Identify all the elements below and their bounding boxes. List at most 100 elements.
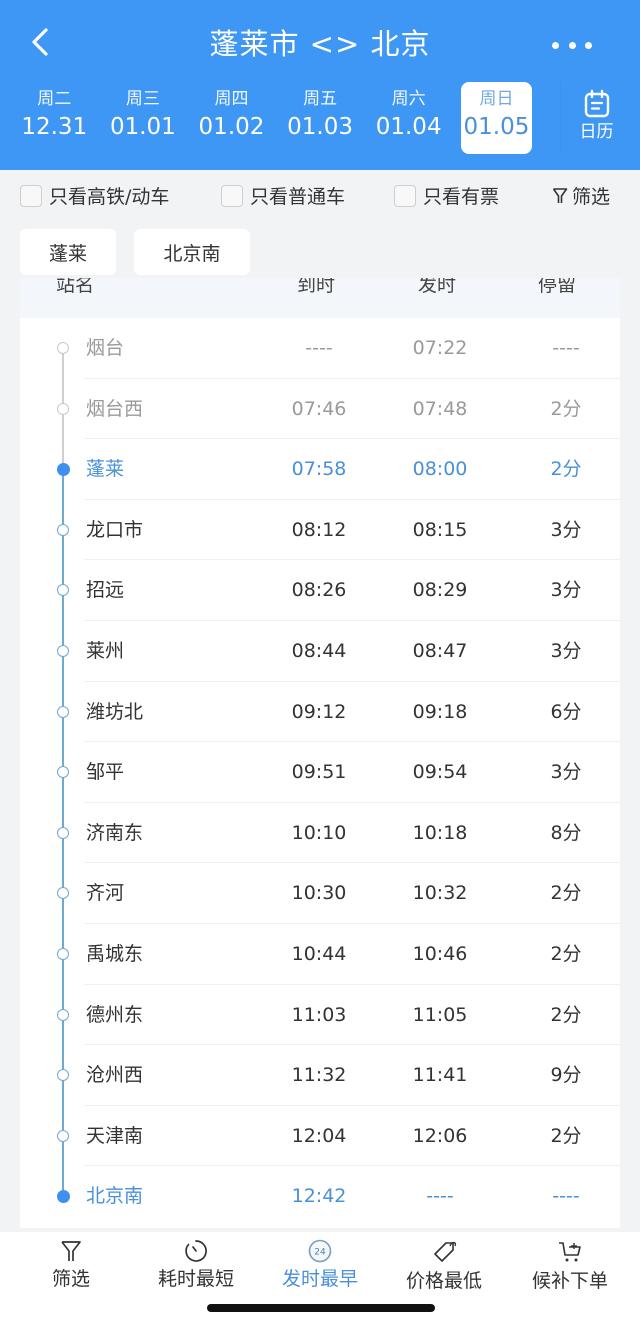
departure-time: 10:32 <box>412 882 468 905</box>
high-speed-only-checkbox[interactable]: 只看高铁/动车 <box>20 182 169 209</box>
tab-waitlist-order[interactable]: 候补下单 <box>522 1238 618 1294</box>
available-only-checkbox[interactable]: 只看有票 <box>394 182 499 209</box>
station-dot-icon <box>57 705 69 718</box>
date-label: 01.04 <box>375 114 442 140</box>
more-dot <box>568 41 576 49</box>
station-row[interactable]: 邹平 09:51 09:54 3分 <box>20 742 620 803</box>
departure-time: 08:47 <box>412 639 468 662</box>
station-row[interactable]: 烟台西 07:46 07:48 2分 <box>20 379 620 440</box>
more-button[interactable] <box>552 30 592 60</box>
stop-duration: 3分 <box>550 761 582 784</box>
tab-shortest-duration[interactable]: 耗时最短 <box>148 1238 244 1292</box>
weekday-label: 周三 <box>125 89 160 109</box>
station-row[interactable]: 蓬莱 07:58 08:00 2分 <box>20 439 620 500</box>
from-station-chip[interactable]: 蓬莱 <box>20 229 116 275</box>
departure-time: 07:22 <box>412 337 468 359</box>
date-tab-5[interactable]: 周六 01.04 <box>364 82 453 154</box>
date-label: 01.05 <box>463 114 530 140</box>
station-name: 龙口市 <box>86 518 144 541</box>
departure-time: 09:18 <box>412 700 468 723</box>
stop-duration: ---- <box>552 337 580 359</box>
station-dot-icon <box>57 826 69 839</box>
checkbox-box <box>394 184 416 207</box>
clock-24-icon: 24 <box>308 1239 332 1263</box>
station-name: 沧州西 <box>86 1064 144 1087</box>
calendar-button[interactable]: 日历 <box>560 82 632 154</box>
station-dot-icon <box>57 947 69 960</box>
station-dot-icon <box>57 644 69 657</box>
arrival-time: 08:12 <box>291 518 347 541</box>
tab-lowest-price[interactable]: 价格最低 <box>396 1238 492 1294</box>
tab-filter[interactable]: 筛选 <box>30 1238 112 1292</box>
tab-label: 发时最早 <box>281 1268 358 1290</box>
station-timetable: 站名 到时 发时 停留 烟台 ---- 07:22 ---- 烟台西 07:46 07:48… <box>20 278 620 1228</box>
date-tab-1[interactable]: 周二 12.31 <box>10 82 99 154</box>
arrival-time: 08:26 <box>291 579 347 602</box>
arrival-time: 11:03 <box>291 1003 347 1026</box>
station-name: 禹城东 <box>86 942 144 965</box>
checkbox-box <box>20 184 42 207</box>
station-row[interactable]: 济南东 10:10 10:18 8分 <box>20 803 620 864</box>
departure-time: 12:06 <box>412 1124 468 1147</box>
arrival-time: 12:04 <box>291 1124 347 1147</box>
date-tab-2[interactable]: 周三 01.01 <box>99 82 188 154</box>
departure-time: 10:46 <box>412 942 468 965</box>
departure-time: ---- <box>426 1185 454 1208</box>
station-row[interactable]: 烟台 ---- 07:22 ---- <box>20 318 620 379</box>
weekday-label: 周六 <box>391 89 426 109</box>
filter-icon <box>552 187 568 203</box>
more-dots-icon <box>552 41 559 49</box>
arrival-time: 09:12 <box>291 700 347 723</box>
station-row[interactable]: 德州东 11:03 11:05 2分 <box>20 985 620 1046</box>
table-header: 站名 到时 发时 停留 <box>20 278 620 318</box>
station-dot-icon <box>57 584 69 597</box>
departure-time: 08:00 <box>412 458 468 481</box>
station-dot-icon <box>57 1069 69 1082</box>
station-name: 烟台西 <box>86 397 144 420</box>
station-row[interactable]: 潍坊北 09:12 09:18 6分 <box>20 682 620 743</box>
header-depart: 发时 <box>418 278 457 296</box>
station-row[interactable]: 禹城东 10:44 10:46 2分 <box>20 924 620 985</box>
tab-label: 耗时最短 <box>157 1268 234 1290</box>
station-name: 邹平 <box>86 761 125 784</box>
stop-duration: 2分 <box>550 458 582 481</box>
station-name: 烟台 <box>86 337 125 359</box>
date-label: 12.31 <box>21 114 88 140</box>
price-tag-icon <box>434 1241 457 1262</box>
station-row[interactable]: 龙口市 08:12 08:15 3分 <box>20 500 620 561</box>
home-indicator[interactable] <box>207 1304 435 1312</box>
arrival-time: 07:58 <box>291 458 347 481</box>
date-tab-4[interactable]: 周五 01.03 <box>276 82 365 154</box>
filter-bar: 只看高铁/动车 只看普通车 只看有票 筛选 <box>0 170 640 220</box>
date-tab-6-selected[interactable]: 周日 01.05 <box>460 82 532 154</box>
stop-duration: 2分 <box>550 1124 582 1147</box>
departure-time: 10:18 <box>412 821 468 844</box>
tab-earliest-departure[interactable]: 24 发时最早 <box>272 1238 368 1292</box>
filter-icon <box>61 1241 81 1261</box>
checkbox-label: 只看普通车 <box>250 186 346 208</box>
tab-label: 候补下单 <box>531 1270 608 1292</box>
station-dot-icon <box>57 1008 69 1021</box>
stop-duration: 3分 <box>550 579 582 602</box>
station-name: 德州东 <box>86 1003 144 1026</box>
more-dot <box>585 41 592 49</box>
normal-train-only-checkbox[interactable]: 只看普通车 <box>221 182 345 209</box>
arrival-time: 10:44 <box>291 942 347 965</box>
station-row[interactable]: 招远 08:26 08:29 3分 <box>20 560 620 621</box>
filter-button[interactable]: 筛选 <box>552 182 610 209</box>
station-row[interactable]: 北京南 12:42 ---- ---- <box>20 1166 620 1227</box>
calendar-label: 日历 <box>579 122 614 142</box>
timer-icon <box>185 1240 207 1262</box>
cart-add-icon <box>559 1242 581 1262</box>
station-row[interactable]: 齐河 10:30 10:32 2分 <box>20 863 620 924</box>
station-row[interactable]: 天津南 12:04 12:06 2分 <box>20 1106 620 1167</box>
stop-duration: 3分 <box>550 639 582 662</box>
station-row[interactable]: 莱州 08:44 08:47 3分 <box>20 621 620 682</box>
filter-label: 筛选 <box>571 186 610 208</box>
date-tab-3[interactable]: 周四 01.02 <box>187 82 276 154</box>
to-station-chip[interactable]: 北京南 <box>134 229 250 275</box>
arrival-time: 10:30 <box>291 882 347 905</box>
weekday-label: 周五 <box>303 89 338 109</box>
header-stay: 停留 <box>538 278 577 296</box>
station-row[interactable]: 沧州西 11:32 11:41 9分 <box>20 1045 620 1106</box>
